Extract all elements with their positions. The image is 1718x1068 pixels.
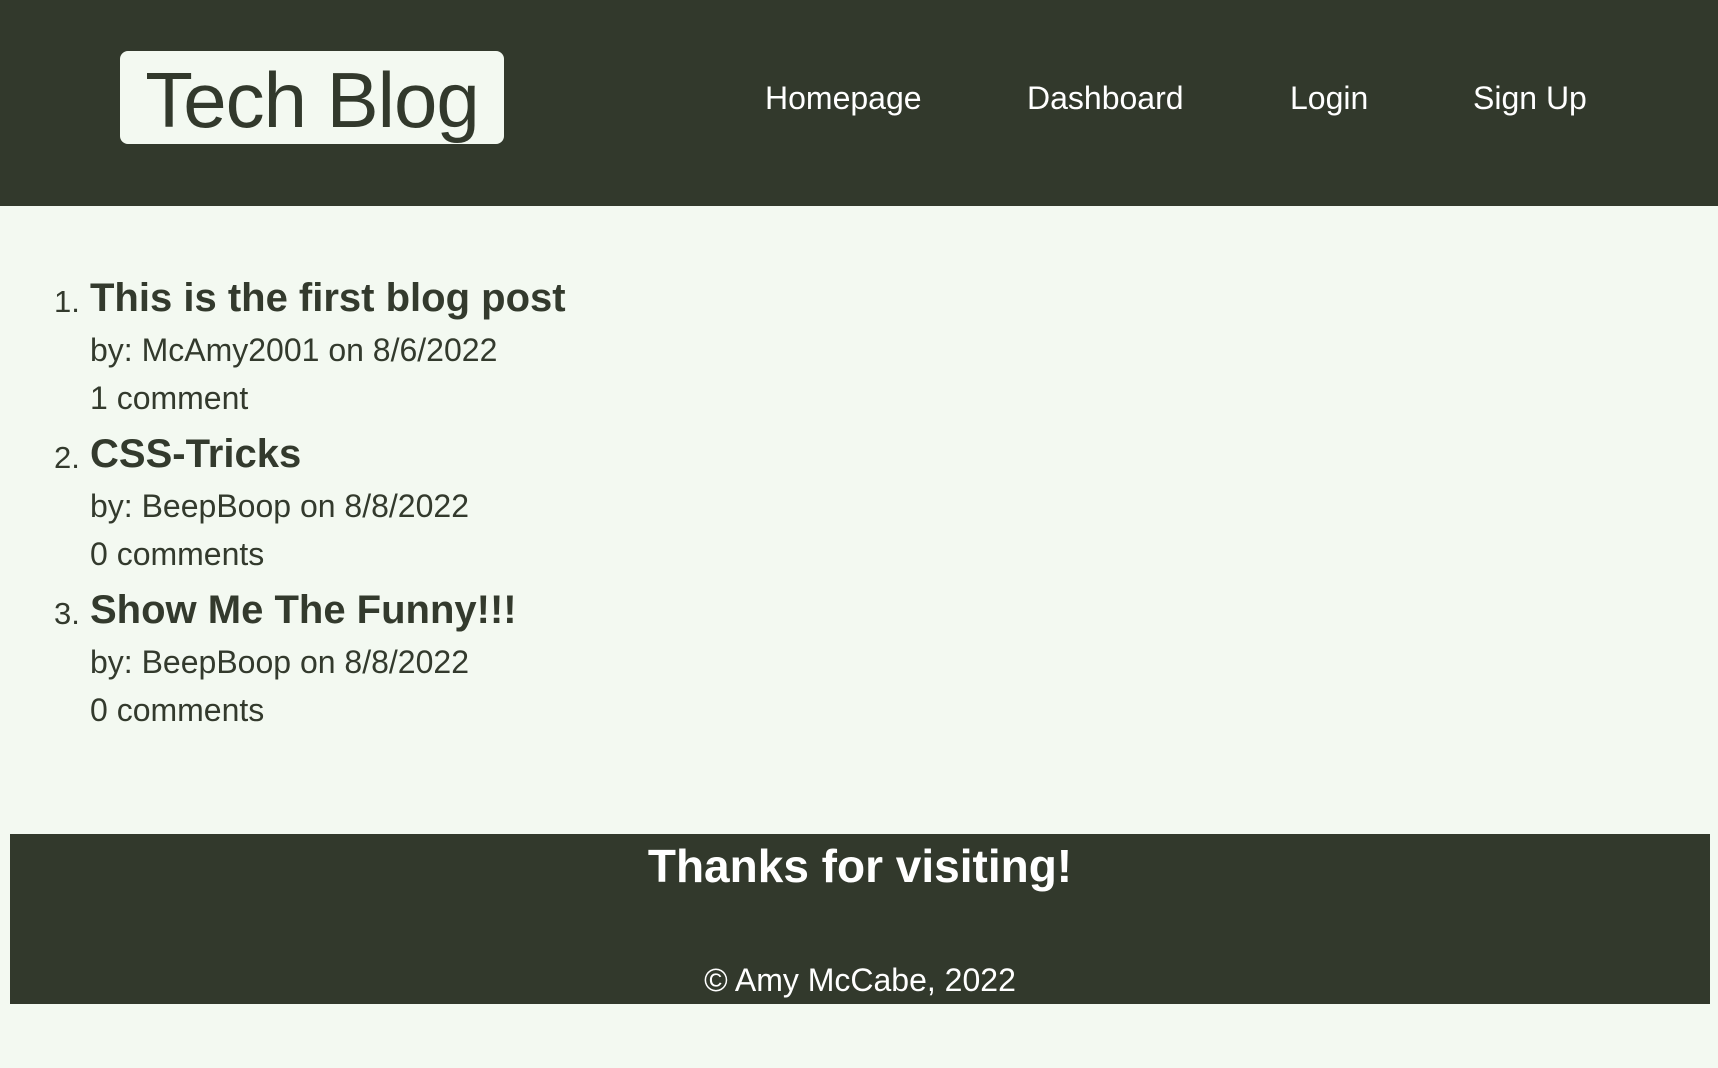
post-meta: by: BeepBoop on 8/8/2022 (90, 488, 469, 524)
post-comment-count: 0 comments (90, 536, 265, 572)
post-comment-count: 1 comment (90, 380, 249, 416)
site-header: Tech Blog Homepage Dashboard Login Sign … (0, 0, 1718, 206)
nav-signup-link[interactable]: Sign Up (1473, 78, 1587, 118)
footer-heading: Thanks for visiting! (647, 840, 1073, 892)
nav-dashboard-link[interactable]: Dashboard (1027, 78, 1184, 118)
post-meta: by: McAmy2001 on 8/6/2022 (90, 332, 498, 368)
post-comment-count: 0 comments (90, 692, 265, 728)
nav-login-link[interactable]: Login (1290, 78, 1368, 118)
site-footer: Thanks for visiting! © Amy McCabe, 2022 (10, 834, 1710, 1004)
post-title-link[interactable]: CSS-Tricks (90, 426, 301, 482)
post-title-link[interactable]: This is the first blog post (90, 270, 566, 326)
post-number: 3. (54, 596, 80, 631)
nav-homepage-link[interactable]: Homepage (765, 78, 922, 118)
post-title-link[interactable]: Show Me The Funny!!! (90, 582, 517, 638)
post-number: 1. (54, 284, 80, 319)
logo-text: Tech Blog (145, 55, 480, 144)
post-number: 2. (54, 440, 80, 475)
post-meta: by: BeepBoop on 8/8/2022 (90, 644, 469, 680)
site-logo[interactable]: Tech Blog (120, 51, 504, 144)
footer-copyright: © Amy McCabe, 2022 (704, 962, 1016, 998)
